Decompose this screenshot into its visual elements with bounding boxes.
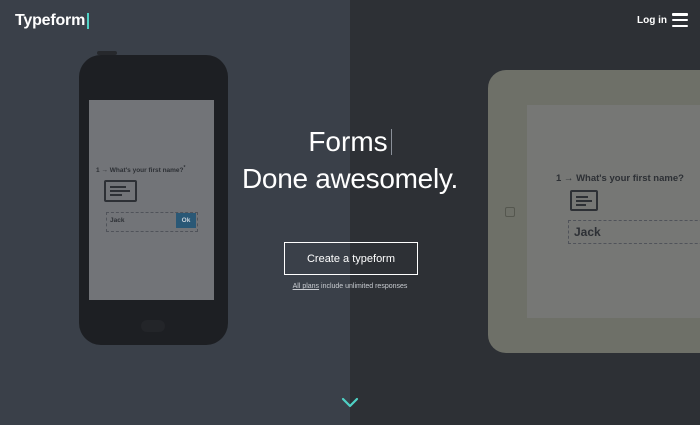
phone-ok-button: Ok	[176, 213, 196, 228]
hero-subtitle: Done awesomely.	[242, 163, 458, 194]
phone-answer-value: Jack	[110, 217, 125, 224]
hero-title: Forms	[0, 126, 700, 158]
tablet-home-button	[505, 207, 515, 217]
typeform-logo[interactable]: Typeform	[15, 12, 90, 30]
plans-note: All plans include unlimited responses	[292, 283, 408, 290]
phone-home-button	[141, 320, 165, 332]
logo-text: Typeform	[15, 12, 86, 29]
logo-cursor	[87, 13, 90, 29]
tablet-answer-value: Jack	[574, 225, 601, 239]
create-typeform-button[interactable]: Create a typeform	[284, 242, 418, 275]
all-plans-link[interactable]: All plans	[293, 283, 319, 290]
phone-speaker	[97, 51, 117, 55]
title-caret	[390, 129, 392, 155]
hamburger-icon[interactable]	[672, 13, 688, 27]
chevron-down-icon[interactable]	[341, 396, 359, 414]
login-link[interactable]: Log in	[637, 15, 667, 26]
